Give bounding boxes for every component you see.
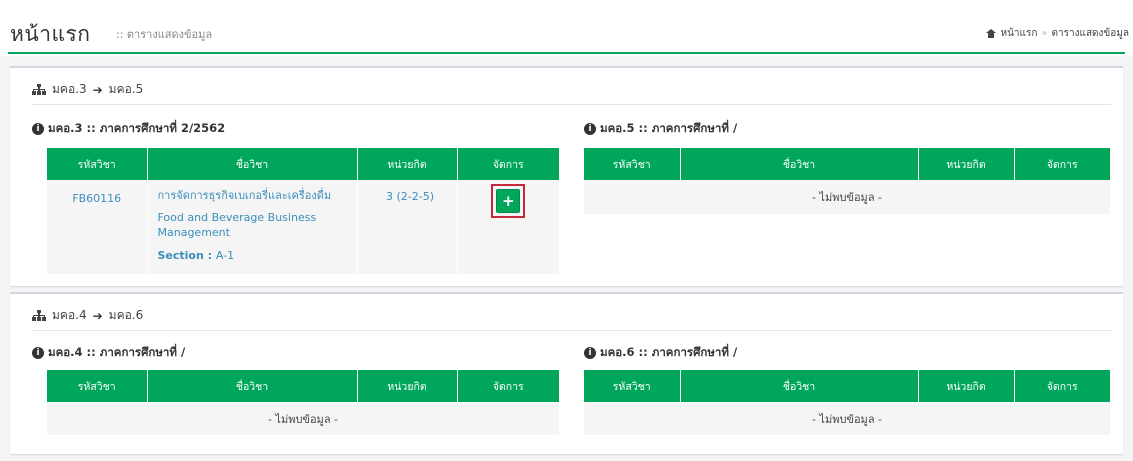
col-credit: หน่วยกิต [918, 370, 1015, 402]
col-course-code: รหัสวิชา [584, 148, 681, 180]
col-action: จัดการ [1014, 370, 1110, 402]
tqf6-section-title: i มคอ.6 :: ภาคการศึกษาที่ / [584, 344, 737, 362]
col-course-name: ชื่อวิชา [680, 370, 919, 402]
box-to-label: มคอ.5 [108, 82, 144, 96]
tqf4-table: รหัสวิชา ชื่อวิชา หน่วยกิต จัดการ - ไม่พ… [47, 370, 559, 435]
col-course-name: ชื่อวิชา [680, 148, 919, 180]
table-row: - ไม่พบข้อมูล - [584, 180, 1110, 214]
arrow-right-icon: ➔ [92, 82, 103, 97]
tqf3-table: รหัสวิชา ชื่อวิชา หน่วยกิต จัดการ FB6011… [47, 148, 559, 274]
breadcrumb-home-link[interactable]: หน้าแรก [1000, 26, 1037, 41]
box-from-label: มคอ.4 [52, 308, 87, 322]
box-from-label: มคอ.3 [52, 82, 87, 96]
tqf3-section-title: i มคอ.3 :: ภาคการศึกษาที่ 2/2562 [32, 120, 225, 138]
course-name-cell: การจัดการธุรกิจเบเกอรี่และเครื่องดื่ม Fo… [147, 180, 358, 274]
tqf5-title-text: มคอ.5 :: ภาคการศึกษาที่ / [600, 121, 738, 135]
col-course-code: รหัสวิชา [47, 370, 148, 402]
col-course-code: รหัสวิชา [584, 370, 681, 402]
tqf3-to-tqf5-box: มคอ.3 ➔ มคอ.5 i มคอ.3 :: ภาคการศึกษาที่ … [10, 66, 1123, 286]
sitemap-icon [32, 310, 46, 321]
col-action: จัดการ [457, 148, 559, 180]
arrow-right-icon: ➔ [92, 308, 103, 323]
tqf5-table: รหัสวิชา ชื่อวิชา หน่วยกิต จัดการ - ไม่พ… [584, 148, 1110, 214]
tqf4-section-title: i มคอ.4 :: ภาคการศึกษาที่ / [32, 344, 185, 362]
page-title: หน้าแรก [10, 22, 91, 46]
info-icon: i [584, 347, 596, 359]
info-icon: i [32, 347, 44, 359]
col-action: จัดการ [457, 370, 559, 402]
course-name-th[interactable]: การจัดการธุรกิจเบเกอรี่และเครื่องดื่ม [158, 188, 349, 203]
section-value: A-1 [215, 249, 235, 262]
breadcrumb: หน้าแรก » ตารางแสดงข้อมูล [986, 26, 1129, 41]
tqf6-table: รหัสวิชา ชื่อวิชา หน่วยกิต จัดการ - ไม่พ… [584, 370, 1110, 435]
breadcrumb-current: ตารางแสดงข้อมูล [1051, 28, 1129, 39]
sitemap-icon [32, 84, 46, 95]
action-cell: + [457, 180, 559, 274]
course-section: Section : A-1 [158, 248, 349, 263]
table-row: - ไม่พบข้อมูล - [584, 402, 1110, 435]
course-code[interactable]: FB60116 [47, 180, 148, 274]
course-name-en: Food and Beverage Business Management [157, 211, 317, 239]
col-course-name: ชื่อวิชา [147, 148, 358, 180]
breadcrumb-separator: » [1041, 28, 1048, 39]
col-action: จัดการ [1014, 148, 1110, 180]
info-icon: i [584, 123, 596, 135]
course-credit: 3 (2-2-5) [357, 180, 458, 274]
tqf6-title-text: มคอ.6 :: ภาคการศึกษาที่ / [600, 345, 738, 359]
page: หน้าแรก :: ตารางแสดงข้อมูล หน้าแรก » ตาร… [0, 0, 1133, 461]
divider [32, 104, 1111, 105]
col-credit: หน่วยกิต [918, 148, 1015, 180]
page-subtitle: :: ตารางแสดงข้อมูล [116, 28, 213, 41]
section-label: Section : [157, 249, 213, 262]
empty-message: - ไม่พบข้อมูล - [584, 402, 1110, 435]
add-button[interactable]: + [496, 189, 521, 213]
tqf3-title-text: มคอ.3 :: ภาคการศึกษาที่ 2/2562 [48, 121, 226, 135]
divider [32, 330, 1111, 331]
table-row: - ไม่พบข้อมูล - [47, 402, 559, 435]
table-row: FB60116 การจัดการธุรกิจเบเกอรี่และเครื่อ… [47, 180, 559, 274]
empty-message: - ไม่พบข้อมูล - [584, 180, 1110, 214]
add-button-highlight: + [491, 184, 526, 218]
info-icon: i [32, 123, 44, 135]
tqf5-section-title: i มคอ.5 :: ภาคการศึกษาที่ / [584, 120, 737, 138]
col-course-name: ชื่อวิชา [147, 370, 358, 402]
col-credit: หน่วยกิต [357, 370, 458, 402]
box-to-label: มคอ.6 [108, 308, 144, 322]
page-header: หน้าแรก :: ตารางแสดงข้อมูล หน้าแรก » ตาร… [0, 0, 1133, 56]
tqf4-title-text: มคอ.4 :: ภาคการศึกษาที่ / [48, 345, 186, 359]
col-credit: หน่วยกิต [357, 148, 458, 180]
home-icon [986, 29, 997, 38]
box-header: มคอ.3 ➔ มคอ.5 [32, 80, 143, 99]
col-course-code: รหัสวิชา [47, 148, 148, 180]
empty-message: - ไม่พบข้อมูล - [47, 402, 559, 435]
box-header: มคอ.4 ➔ มคอ.6 [32, 306, 143, 325]
tqf4-to-tqf6-box: มคอ.4 ➔ มคอ.6 i มคอ.4 :: ภาคการศึกษาที่ … [10, 292, 1123, 454]
